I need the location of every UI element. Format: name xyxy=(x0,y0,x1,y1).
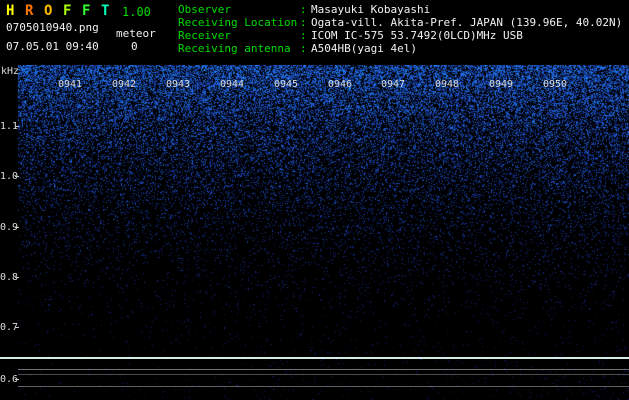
level-reference-line xyxy=(18,386,629,387)
datetime-label: 07.05.01 09:40 xyxy=(6,40,99,53)
info-label: Receiving Location xyxy=(178,16,298,29)
time-label: 0944 xyxy=(220,79,245,90)
time-label: 0941 xyxy=(58,79,83,90)
station-info: Observer: Masayuki Kobayashi Receiving Lo… xyxy=(178,3,622,55)
time-label: 0946 xyxy=(328,79,353,90)
freq-tick xyxy=(15,277,19,278)
freq-tick xyxy=(15,126,19,127)
info-colon: : xyxy=(300,16,307,29)
level-reference-line xyxy=(18,374,629,375)
freq-label: 1.0 xyxy=(0,171,19,182)
info-row-location: Receiving Location: Ogata-vill. Akita-Pre… xyxy=(178,16,622,29)
time-label: 0947 xyxy=(381,79,406,90)
freq-label: 0.9 xyxy=(0,222,19,233)
info-value: Masayuki Kobayashi xyxy=(311,3,431,16)
freq-label: 0.8 xyxy=(0,272,19,283)
freq-unit-label: kHz xyxy=(1,66,20,77)
freq-tick xyxy=(15,176,19,177)
info-colon: : xyxy=(300,42,307,55)
freq-label: 0.7 xyxy=(0,322,19,333)
spectrogram-canvas xyxy=(0,65,629,400)
meteor-count: 0 xyxy=(131,40,138,53)
info-value: Ogata-vill. Akita-Pref. JAPAN (139.96E, … xyxy=(311,16,623,29)
info-row-observer: Observer: Masayuki Kobayashi xyxy=(178,3,622,16)
freq-label: 0.6 xyxy=(0,374,19,385)
panel-separator-line xyxy=(0,357,629,359)
logo-letter: R xyxy=(25,3,34,19)
info-value: A504HB(yagi 4el) xyxy=(311,42,417,55)
info-colon: : xyxy=(300,3,307,16)
freq-tick xyxy=(15,227,19,228)
logo-letter: T xyxy=(101,3,110,19)
time-label: 0942 xyxy=(112,79,137,90)
info-row-antenna: Receiving antenna: A504HB(yagi 4el) xyxy=(178,42,622,55)
app-logo: HROFFT xyxy=(6,3,120,19)
time-label: 0948 xyxy=(435,79,460,90)
time-label: 0949 xyxy=(489,79,514,90)
info-label: Observer xyxy=(178,3,231,16)
freq-tick xyxy=(15,379,19,380)
logo-letter: F xyxy=(82,3,91,19)
time-label: 0945 xyxy=(274,79,299,90)
logo-letter: O xyxy=(44,3,53,19)
output-filename: 0705010940.png xyxy=(6,21,99,34)
logo-letter: F xyxy=(63,3,72,19)
logo-letter: H xyxy=(6,3,15,19)
freq-tick xyxy=(15,327,19,328)
mode-label: meteor xyxy=(116,27,156,40)
freq-label: 1.1 xyxy=(0,121,19,132)
info-label: Receiver xyxy=(178,29,231,42)
level-reference-line xyxy=(18,369,629,370)
info-label: Receiving antenna xyxy=(178,42,291,55)
app-version: 1.00 xyxy=(122,5,151,19)
info-value: ICOM IC-575 53.7492(0LCD)MHz USB xyxy=(311,29,523,42)
info-colon: : xyxy=(300,29,307,42)
info-row-receiver: Receiver: ICOM IC-575 53.7492(0LCD)MHz US… xyxy=(178,29,622,42)
time-label: 0943 xyxy=(166,79,191,90)
time-label: 0950 xyxy=(543,79,568,90)
hrofft-screen: HROFFT 1.00 0705010940.png meteor 07.05.… xyxy=(0,0,629,400)
